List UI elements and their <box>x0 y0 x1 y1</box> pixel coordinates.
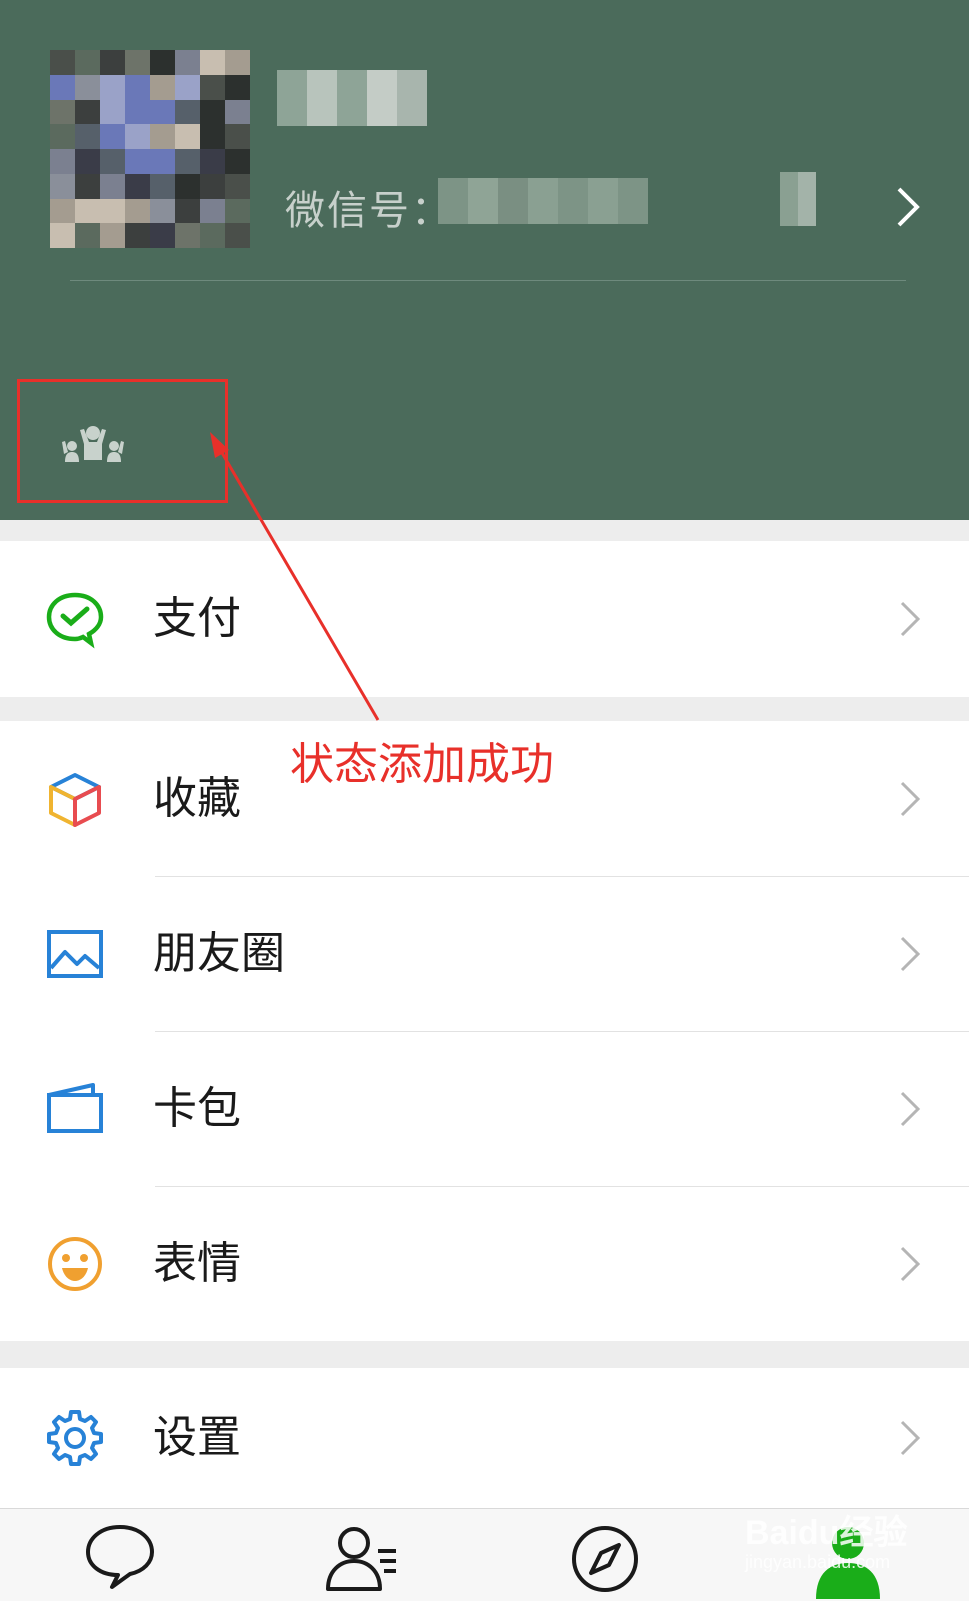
chevron-right-icon[interactable] <box>893 185 923 229</box>
pay-icon <box>46 592 104 649</box>
smiley-face-icon <box>48 1237 102 1291</box>
favorites-cube-icon <box>49 773 101 827</box>
wechat-id-blurred <box>438 178 648 224</box>
gear-icon <box>47 1410 103 1466</box>
chevron-right-icon <box>900 1246 921 1282</box>
tab-discover-compass-icon[interactable] <box>565 1519 645 1599</box>
menu-item-label: 设置 <box>153 1412 241 1463</box>
watermark-sub: jingyan.baidu.com <box>745 1552 891 1572</box>
menu-item-label: 卡包 <box>153 1083 241 1134</box>
annotation-text: 状态添加成功 <box>290 739 554 790</box>
menu-item-stickers[interactable]: 表情 <box>0 1186 969 1341</box>
menu-item-label: 表情 <box>153 1238 241 1289</box>
menu-item-settings[interactable]: 设置 <box>0 1360 969 1515</box>
watermark-main: Baidu经验 <box>745 1514 908 1552</box>
chevron-right-icon <box>900 601 921 637</box>
baidu-jingyan-watermark: Baidu经验 jingyan.baidu.com <box>745 1505 907 1573</box>
menu-item-label: 朋友圈 <box>153 928 285 979</box>
settings-section: 设置 <box>0 1368 969 1508</box>
chevron-right-icon <box>900 1420 921 1456</box>
qr-code-blurred[interactable] <box>780 172 816 226</box>
annotation-highlight-box <box>17 379 228 503</box>
card-wallet-icon <box>47 1083 103 1133</box>
tab-contacts-icon[interactable] <box>322 1519 402 1599</box>
header-divider <box>70 280 906 281</box>
avatar[interactable] <box>50 50 250 248</box>
menu-item-cards[interactable]: 卡包 <box>0 1031 969 1186</box>
menu-item-pay[interactable]: 支付 <box>0 541 969 696</box>
pay-section: 支付 <box>0 541 969 697</box>
nickname-blurred <box>277 70 427 126</box>
chevron-right-icon <box>900 781 921 817</box>
chevron-right-icon <box>900 1091 921 1127</box>
main-section: 收藏 朋友圈 卡包 表情 <box>0 721 969 1341</box>
wechat-id-label: 微信号： <box>285 188 453 234</box>
tab-chats-icon[interactable] <box>80 1519 160 1599</box>
moments-image-icon <box>47 930 103 978</box>
menu-item-label: 支付 <box>153 593 241 644</box>
menu-item-moments[interactable]: 朋友圈 <box>0 876 969 1031</box>
chevron-right-icon <box>900 936 921 972</box>
menu-item-label: 收藏 <box>153 773 241 824</box>
